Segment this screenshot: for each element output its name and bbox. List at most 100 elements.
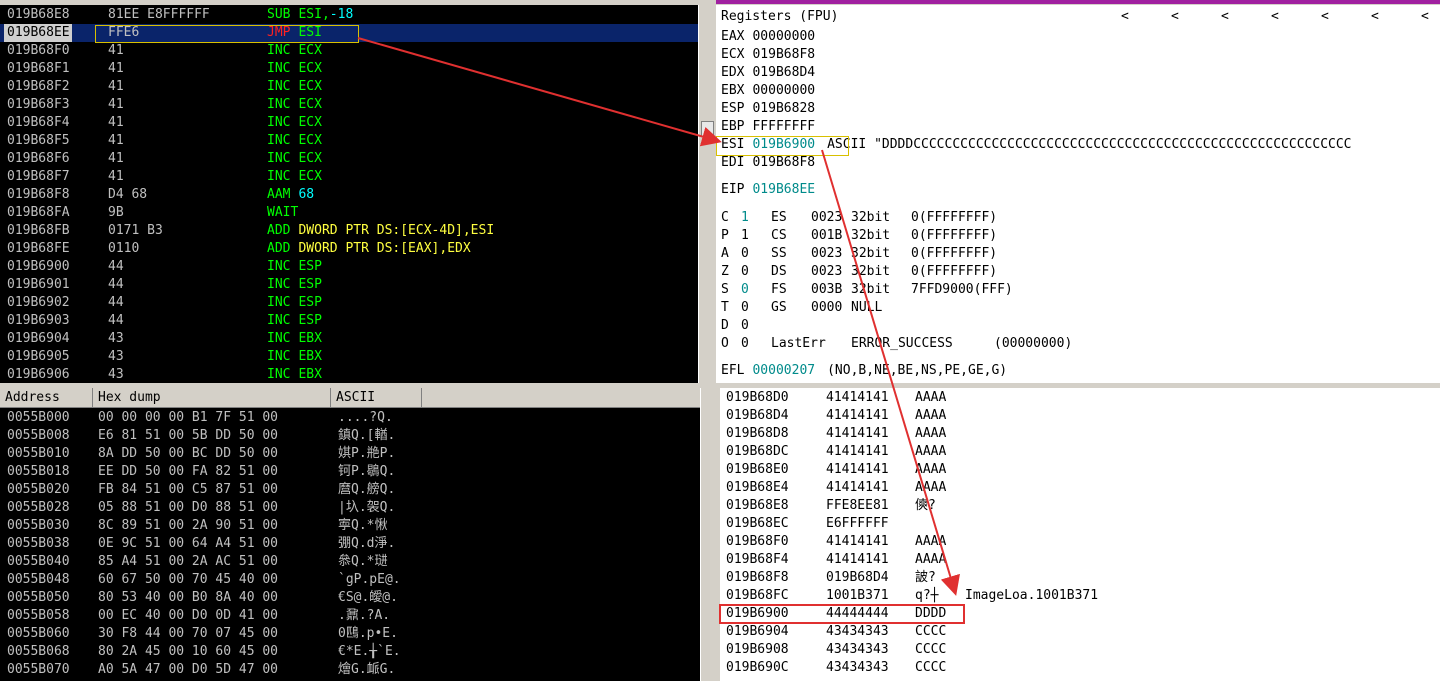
disassembly-scrollbar[interactable] (698, 5, 715, 383)
stack-row[interactable]: 019B68F8 019B68D4 詖? (720, 569, 1440, 587)
stack-value: FFE8EE81 (826, 498, 889, 513)
disasm-instruction: INC ECX (267, 150, 322, 168)
operands: EBX (298, 349, 322, 364)
register-efl[interactable]: EFL 00000207 (NO,B,NE,BE,NS,PE,GE,G) (721, 362, 1007, 380)
disasm-row[interactable]: 019B68F3 41 INC ECX (0, 96, 698, 114)
disasm-row[interactable]: 019B68F4 41 INC ECX (0, 114, 698, 132)
register-ebp[interactable]: EBP FFFFFFFF (721, 118, 815, 136)
hexdump-row[interactable]: 0055B000 00 00 00 00 B1 7F 51 00 ....?Q. (0, 409, 700, 427)
disasm-row[interactable]: 019B68EE FFE6 JMP ESI (0, 24, 698, 43)
stack-row[interactable]: 019B68D0 41414141 AAAA (720, 389, 1440, 407)
hexdump-row[interactable]: 0055B070 A0 5A 47 00 D0 5D 47 00 燴G.衇G. (0, 661, 700, 679)
hexdump-scrollbar[interactable] (700, 388, 717, 681)
mnemonic: INC (267, 169, 291, 184)
disasm-address: 019B68FB (7, 223, 70, 238)
register-eip[interactable]: EIP 019B68EE (721, 181, 815, 199)
header-address[interactable]: Address (0, 388, 93, 408)
disasm-row[interactable]: 019B68FA 9B WAIT (0, 204, 698, 222)
stack-row[interactable]: 019B68EC E6FFFFFF (720, 515, 1440, 533)
register-edx[interactable]: EDX 019B68D4 (721, 64, 815, 82)
hexdump-row[interactable]: 0055B038 0E 9C 51 00 64 A4 51 00 弸Q.d淨. (0, 535, 700, 553)
register-eax[interactable]: EAX 00000000 (721, 28, 815, 46)
hexdump-row[interactable]: 0055B018 EE DD 50 00 FA 82 51 00 钶P.鶡Q. (0, 463, 700, 481)
arrow-button[interactable]: < (1221, 9, 1271, 24)
hexdump-row[interactable]: 0055B008 E6 81 51 00 5B DD 50 00 鎮Q.[輶. (0, 427, 700, 445)
stack-address: 019B68F4 (726, 552, 789, 567)
disasm-row[interactable]: 019B68FE 0110 ADD DWORD PTR DS:[EAX],EDX (0, 240, 698, 258)
segment-selector: 0023 (811, 210, 843, 225)
stack-row[interactable]: 019B68F4 41414141 AAAA (720, 551, 1440, 569)
hexdump-row[interactable]: 0055B060 30 F8 44 00 70 07 45 00 0鴄.p•E. (0, 625, 700, 643)
operands: ESP (298, 295, 322, 310)
header-hex-dump[interactable]: Hex dump (93, 388, 331, 408)
hexdump-row[interactable]: 0055B028 05 88 51 00 D0 88 51 00 |圦.袈Q. (0, 499, 700, 517)
header-ascii[interactable]: ASCII (331, 388, 422, 408)
stack-row[interactable]: 019B68D4 41414141 AAAA (720, 407, 1440, 425)
register-edi[interactable]: EDI 019B68F8 (721, 154, 815, 172)
register-view-arrows[interactable]: < < < < < < < (1121, 9, 1440, 24)
disasm-row[interactable]: 019B68F1 41 INC ECX (0, 60, 698, 78)
operands: ECX (298, 79, 322, 94)
registers-pane[interactable]: Registers (FPU) < < < < < < < EAX 00000000 ECX 01… (716, 5, 1440, 383)
operands: ESP (298, 277, 322, 292)
disasm-row[interactable]: 019B6904 43 INC EBX (0, 330, 698, 348)
hexdump-row[interactable]: 0055B058 00 EC 40 00 D0 0D 41 00 .鼐.?A. (0, 607, 700, 625)
disasm-row[interactable]: 019B68F0 41 INC ECX (0, 42, 698, 60)
arrow-button[interactable]: < (1171, 9, 1221, 24)
stack-row[interactable]: 019B68E0 41414141 AAAA (720, 461, 1440, 479)
disasm-hex: 41 (108, 151, 124, 166)
disasm-row[interactable]: 019B68F2 41 INC ECX (0, 78, 698, 96)
stack-ascii: AAAA (915, 552, 947, 567)
disasm-row[interactable]: 019B6905 43 INC EBX (0, 348, 698, 366)
hex-dump-pane[interactable]: Address Hex dump ASCII 0055B000 00 00 00 … (0, 388, 700, 681)
stack-row[interactable]: 019B68E4 41414141 AAAA (720, 479, 1440, 497)
stack-pane[interactable]: 019B68D0 41414141 AAAA 019B68D4 41414141 AAAA… (720, 388, 1440, 681)
stack-row[interactable]: 019B68D8 41414141 AAAA (720, 425, 1440, 443)
stack-row[interactable]: 019B6904 43434343 CCCC (720, 623, 1440, 641)
arrow-button[interactable]: < (1271, 9, 1321, 24)
disasm-row[interactable]: 019B6901 44 INC ESP (0, 276, 698, 294)
mnemonic: INC (267, 349, 291, 364)
hexdump-address: 0055B040 (7, 554, 70, 569)
disasm-hex: 41 (108, 115, 124, 130)
disasm-row[interactable]: 019B68E8 81EE E8FFFFFF SUB ESI,-18 (0, 6, 698, 24)
hexdump-row[interactable]: 0055B020 FB 84 51 00 C5 87 51 00 麿Q.艕Q. (0, 481, 700, 499)
mnemonic: SUB (267, 7, 291, 22)
hexdump-row[interactable]: 0055B068 80 2A 45 00 10 60 45 00 €*E.╁`E. (0, 643, 700, 661)
operands: ECX (298, 43, 322, 58)
stack-row[interactable]: 019B68F0 41414141 AAAA (720, 533, 1440, 551)
disasm-row[interactable]: 019B6903 44 INC ESP (0, 312, 698, 330)
arrow-button[interactable]: < (1121, 9, 1171, 24)
stack-row[interactable]: 019B68DC 41414141 AAAA (720, 443, 1440, 461)
mnemonic: AAM (267, 187, 291, 202)
hexdump-row[interactable]: 0055B010 8A DD 50 00 BC DD 50 00 娸P.艵P. (0, 445, 700, 463)
disasm-row[interactable]: 019B6906 43 INC EBX (0, 366, 698, 383)
disasm-row[interactable]: 019B68FB 0171 B3 ADD DWORD PTR DS:[ECX-4D],… (0, 222, 698, 240)
stack-row[interactable]: 019B68E8 FFE8EE81 傸? (720, 497, 1440, 515)
disasm-row[interactable]: 019B68F7 41 INC ECX (0, 168, 698, 186)
arrow-button[interactable]: < (1421, 9, 1440, 24)
register-esp[interactable]: ESP 019B6828 (721, 100, 815, 118)
register-ebx[interactable]: EBX 00000000 (721, 82, 815, 100)
disasm-row[interactable]: 019B6902 44 INC ESP (0, 294, 698, 312)
hexdump-address: 0055B028 (7, 500, 70, 515)
arrow-button[interactable]: < (1321, 9, 1371, 24)
disasm-row[interactable]: 019B68F5 41 INC ECX (0, 132, 698, 150)
hexdump-row[interactable]: 0055B040 85 A4 51 00 2A AC 51 00 叅Q.*琎 (0, 553, 700, 571)
arrow-button[interactable]: < (1371, 9, 1421, 24)
disasm-row[interactable]: 019B6900 44 INC ESP (0, 258, 698, 276)
hexdump-ascii: .鼐.?A. (338, 608, 391, 623)
scroll-thumb[interactable] (701, 121, 714, 137)
disasm-row[interactable]: 019B68F8 D4 68 AAM 68 (0, 186, 698, 204)
disasm-address: 019B6906 (7, 367, 70, 382)
disasm-row[interactable]: 019B68F6 41 INC ECX (0, 150, 698, 168)
stack-row[interactable]: 019B6908 43434343 CCCC (720, 641, 1440, 659)
register-ecx[interactable]: ECX 019B68F8 (721, 46, 815, 64)
stack-row[interactable]: 019B690C 43434343 CCCC (720, 659, 1440, 677)
disassembly-pane[interactable]: 019B68E8 81EE E8FFFFFF SUB ESI,-18 019B68EE F… (0, 5, 698, 383)
operands: ESP (298, 313, 322, 328)
hexdump-row[interactable]: 0055B030 8C 89 51 00 2A 90 51 00 寕Q.*愀 (0, 517, 700, 535)
stack-row[interactable]: 019B68FC 1001B371 q?┼ ImageLoa.1001B371 (720, 587, 1440, 605)
hexdump-row[interactable]: 0055B048 60 67 50 00 70 45 40 00 `gP.pE@. (0, 571, 700, 589)
hexdump-row[interactable]: 0055B050 80 53 40 00 B0 8A 40 00 €S@.皧@. (0, 589, 700, 607)
